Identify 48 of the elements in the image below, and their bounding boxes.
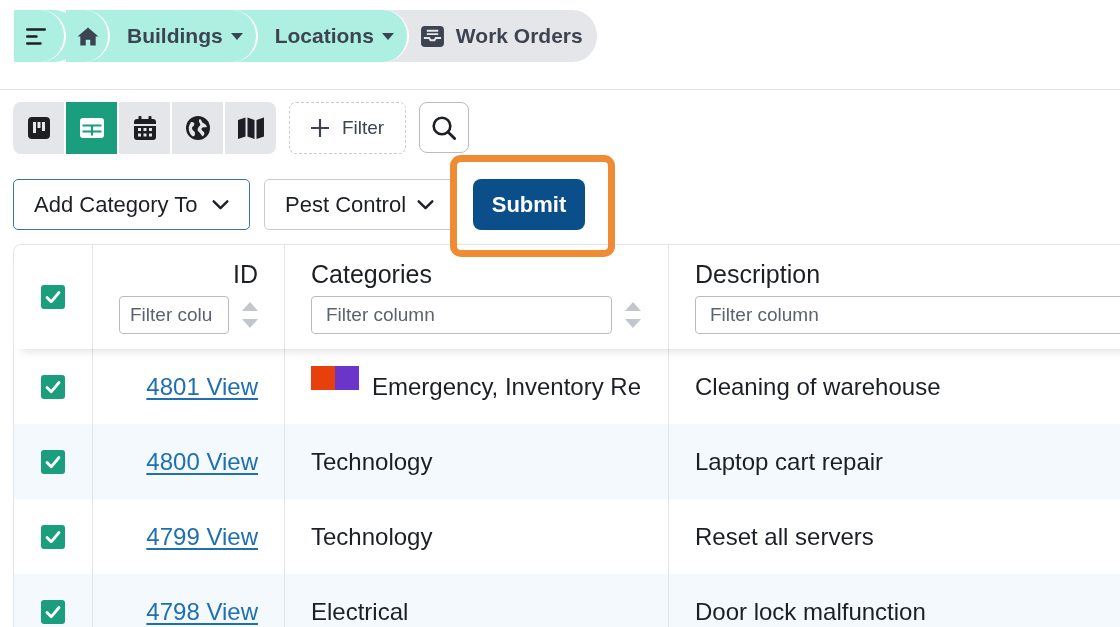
tray-icon: [420, 25, 444, 47]
table-cell: Reset all servers: [695, 524, 874, 549]
row-checkbox[interactable]: [41, 524, 65, 549]
column-header: Categories: [311, 260, 432, 289]
chevron-down-icon: [212, 199, 229, 210]
search-icon: [432, 115, 456, 140]
map-view-button[interactable]: [225, 102, 276, 154]
sort-icon[interactable]: [242, 302, 258, 328]
chevron-down-icon: [417, 199, 434, 210]
caret-icon: [230, 32, 243, 40]
view-link[interactable]: 4801 View: [146, 374, 258, 399]
table-cell: Electrical: [311, 599, 409, 624]
search-button[interactable]: [419, 102, 469, 153]
table-cell: Technology: [311, 524, 433, 549]
table-cell: Cleaning of warehouse: [695, 374, 941, 399]
filter-field[interactable]: Filter column: [311, 296, 612, 334]
view-link[interactable]: 4798 View: [146, 599, 258, 624]
column-header: Description: [695, 260, 821, 289]
view-link[interactable]: 4800 View: [146, 449, 258, 474]
home-icon: [77, 26, 99, 46]
row-checkbox[interactable]: [41, 449, 65, 474]
view-link[interactable]: 4799 View: [146, 524, 258, 549]
row-checkbox[interactable]: [41, 374, 65, 399]
menu-button[interactable]: [14, 10, 66, 62]
add-filter-button[interactable]: Filter: [289, 102, 406, 154]
plus-icon: [310, 119, 329, 137]
table-cell: Emergency, Inventory Re: [372, 374, 641, 399]
sort-icon[interactable]: [625, 302, 641, 328]
map-icon: [237, 117, 264, 139]
filter-field[interactable]: Filter column: [695, 296, 1120, 334]
caret-icon: [381, 32, 394, 40]
calendar-view-button[interactable]: [119, 102, 170, 154]
globe-icon: [185, 116, 210, 140]
submit-button[interactable]: Submit: [473, 179, 585, 230]
filter-field[interactable]: Filter colu: [119, 296, 229, 334]
table-cell: Technology: [311, 449, 433, 474]
board-icon: [27, 117, 50, 139]
action-dropdown[interactable]: Add Category To: [13, 179, 250, 230]
table-cell: Door lock malfunction: [695, 599, 926, 624]
select-all-checkbox[interactable]: [41, 285, 65, 309]
table-icon: [79, 118, 104, 138]
row-checkbox[interactable]: [41, 599, 65, 624]
menu-icon: [26, 27, 46, 45]
globe-view-button[interactable]: [172, 102, 223, 154]
column-header: ID: [233, 260, 258, 289]
board-view-button[interactable]: [13, 102, 64, 154]
calendar-icon: [133, 116, 156, 140]
table-cell: Laptop cart repair: [695, 449, 884, 474]
